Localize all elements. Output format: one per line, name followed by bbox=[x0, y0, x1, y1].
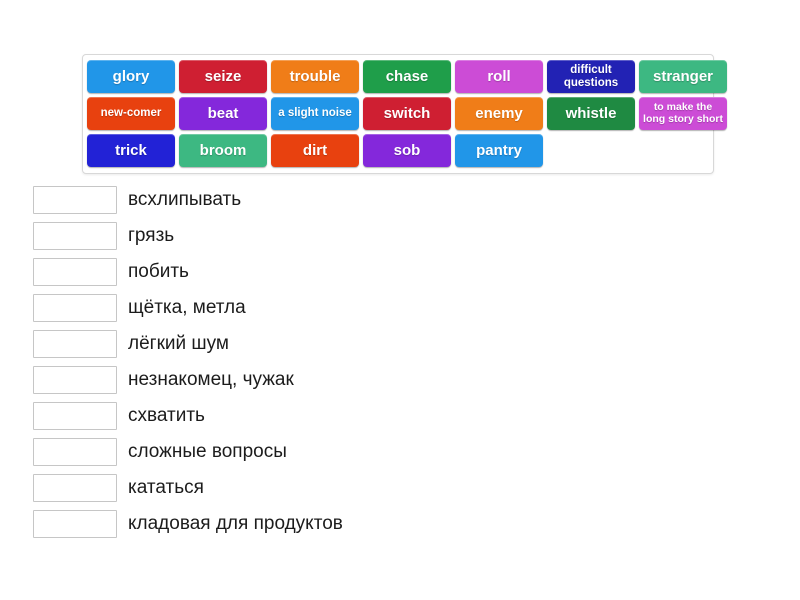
answer-blank-input[interactable] bbox=[33, 258, 117, 286]
answer-blank-input[interactable] bbox=[33, 438, 117, 466]
answer-blank-input[interactable] bbox=[33, 186, 117, 214]
word-bank: glory seize trouble chase roll difficult ques… bbox=[82, 54, 727, 174]
answer-row: кататься bbox=[33, 470, 390, 506]
word-tile[interactable]: dirt bbox=[271, 134, 359, 167]
word-tile[interactable]: difficult questions bbox=[547, 60, 635, 93]
answer-blank-input[interactable] bbox=[33, 510, 117, 538]
answer-column-right: гнатьсятрюксвистетькороче говоряпрутнови… bbox=[390, 182, 800, 542]
word-tile[interactable]: switch bbox=[363, 97, 451, 130]
answer-term-label: сложные вопросы bbox=[128, 441, 287, 462]
answer-row: кладовая для продуктов bbox=[33, 506, 390, 542]
answer-blank-input[interactable] bbox=[33, 294, 117, 322]
matching-exercise-page: glory seize trouble chase roll difficult ques… bbox=[0, 0, 800, 600]
answer-blank-input[interactable] bbox=[33, 330, 117, 358]
answer-blank-input[interactable] bbox=[33, 222, 117, 250]
word-tile[interactable]: whistle bbox=[547, 97, 635, 130]
answer-column-left: всхлипывать грязь побить щётка, метла лёгкий… bbox=[0, 182, 390, 542]
word-tile[interactable]: chase bbox=[363, 60, 451, 93]
word-bank-row-1: glory seize trouble chase roll difficult ques… bbox=[87, 60, 727, 93]
word-tile[interactable]: trick bbox=[87, 134, 175, 167]
answer-term-label: лёгкий шум bbox=[128, 333, 229, 354]
answer-row: грязь bbox=[33, 218, 390, 254]
answer-row: лёгкий шум bbox=[33, 326, 390, 362]
answer-term-label: грязь bbox=[128, 225, 175, 246]
answer-blank-input[interactable] bbox=[33, 366, 117, 394]
word-tile[interactable]: glory bbox=[87, 60, 175, 93]
answer-term-label: побить bbox=[128, 261, 189, 282]
answer-row: незнакомец, чужак bbox=[33, 362, 390, 398]
answer-term-label: незнакомец, чужак bbox=[128, 369, 294, 390]
word-tile[interactable]: roll bbox=[455, 60, 543, 93]
answer-row: сложные вопросы bbox=[33, 434, 390, 470]
answer-term-label: щётка, метла bbox=[128, 297, 246, 318]
answer-term-label: кататься bbox=[128, 477, 204, 498]
word-bank-row-3: trick broom dirt sob pantry bbox=[87, 134, 709, 167]
answer-row: побить bbox=[33, 254, 390, 290]
word-tile[interactable]: seize bbox=[179, 60, 267, 93]
word-tile[interactable]: sob bbox=[363, 134, 451, 167]
word-tile[interactable]: to make the long story short bbox=[639, 97, 727, 130]
answer-blank-input[interactable] bbox=[33, 474, 117, 502]
answer-row: щётка, метла bbox=[33, 290, 390, 326]
word-tile[interactable]: beat bbox=[179, 97, 267, 130]
answer-term-label: всхлипывать bbox=[128, 189, 242, 210]
word-bank-row-2: new-comer beat a slight noise switch enemy wh… bbox=[87, 97, 727, 130]
answer-columns: всхлипывать грязь побить щётка, метла лёгкий… bbox=[0, 182, 800, 542]
answer-blank-input[interactable] bbox=[33, 402, 117, 430]
answer-row: схватить bbox=[33, 398, 390, 434]
word-tile[interactable]: enemy bbox=[455, 97, 543, 130]
word-tile[interactable]: a slight noise bbox=[271, 97, 359, 130]
answer-term-label: схватить bbox=[128, 405, 205, 426]
word-tile[interactable]: broom bbox=[179, 134, 267, 167]
answer-row: всхлипывать bbox=[33, 182, 390, 218]
word-tile[interactable]: trouble bbox=[271, 60, 359, 93]
word-tile[interactable]: stranger bbox=[639, 60, 727, 93]
word-tile[interactable]: new-comer bbox=[87, 97, 175, 130]
answer-term-label: кладовая для продуктов bbox=[128, 513, 343, 534]
word-tile[interactable]: pantry bbox=[455, 134, 543, 167]
